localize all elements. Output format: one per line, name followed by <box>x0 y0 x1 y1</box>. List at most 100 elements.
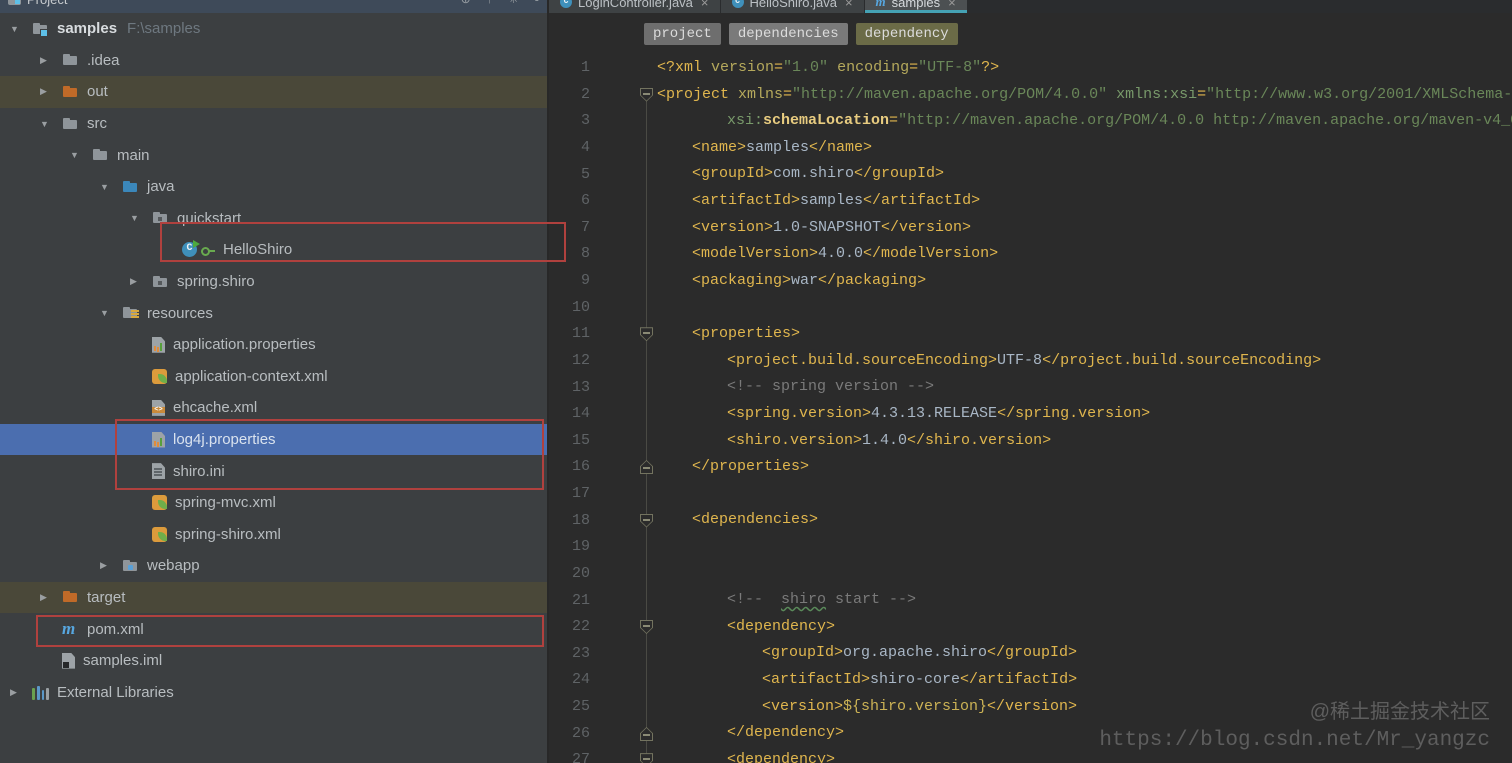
expand-arrow-icon[interactable]: ▼ <box>38 119 62 129</box>
fold-marker-icon[interactable] <box>640 327 653 342</box>
tree-item-target[interactable]: ▶ target <box>0 581 547 614</box>
code-line-23: <groupId>org.apache.shiro</groupId> <box>762 644 1078 662</box>
expand-arrow-icon[interactable]: ▶ <box>38 86 62 97</box>
tree-item-webapp[interactable]: ▶ webapp <box>0 550 547 582</box>
tab-samples[interactable]: m samples × <box>864 0 968 13</box>
fold-marker-icon[interactable] <box>640 87 653 102</box>
tree-item-helloshiro[interactable]: C HelloShiro <box>0 234 547 266</box>
code-line-5: <groupId>com.shiro</groupId> <box>692 165 945 183</box>
fold-marker-icon[interactable] <box>640 753 653 763</box>
class-icon: C <box>560 0 572 8</box>
expand-arrow-icon[interactable]: ▼ <box>98 182 122 192</box>
tree-item-pom-xml[interactable]: m pom.xml <box>0 613 547 645</box>
tree-item-label: shiro.ini <box>173 462 225 480</box>
hide-panel-icon[interactable]: ▪ <box>535 0 539 6</box>
folder-sources-icon <box>122 179 139 195</box>
line-number: 14 <box>571 405 590 423</box>
line-number: 5 <box>580 165 590 183</box>
expand-arrow-icon[interactable]: ▼ <box>128 213 152 223</box>
tree-item-external-libraries[interactable]: ▶ External Libraries <box>0 676 547 708</box>
tree-item-main[interactable]: ▼ main <box>0 139 547 171</box>
extlib-icon <box>32 684 49 701</box>
fold-marker-icon[interactable] <box>640 727 653 741</box>
breadcrumb-dependencies[interactable]: dependencies <box>728 23 848 45</box>
spring-icon <box>152 368 167 384</box>
line-number: 6 <box>580 192 590 210</box>
line-number: 23 <box>571 644 590 662</box>
fold-marker-icon[interactable] <box>640 460 653 474</box>
tree-item-spring-shiro-xml[interactable]: spring-shiro.xml <box>0 519 547 551</box>
tree-item-log4j-properties[interactable]: log4j.properties <box>0 423 547 456</box>
tab-label: samples <box>891 0 941 10</box>
tree-item-label: HelloShiro <box>223 241 293 259</box>
tree-item-quickstart[interactable]: ▼ quickstart <box>0 203 547 235</box>
tree-item-java[interactable]: ▼ java <box>0 171 547 203</box>
breadcrumb-dependency[interactable]: dependency <box>855 23 958 45</box>
line-number: 15 <box>571 431 590 449</box>
breadcrumb-project[interactable]: project <box>644 23 721 45</box>
tree-item-label: application-context.xml <box>175 367 328 385</box>
tree-item-src[interactable]: ▼ src <box>0 108 547 140</box>
expand-arrow-icon[interactable]: ▼ <box>68 150 92 160</box>
tree-item-out[interactable]: ▶ out <box>0 76 547 108</box>
project-tool-icon <box>8 0 21 5</box>
expand-arrow-icon[interactable]: ▶ <box>38 592 62 603</box>
tree-item-label: src <box>87 115 107 133</box>
watermark-community: @稀土掘金技术社区 <box>1309 700 1490 723</box>
tree-item-spring-mvc-xml[interactable]: spring-mvc.xml <box>0 487 547 519</box>
folder-resources-icon <box>122 305 139 321</box>
code-line-9: <packaging>war</packaging> <box>692 271 927 289</box>
line-number-gutter: 1 2 3 4 5 6 7 8 9 10 11 12 13 14 15 16 17 18 19 20 21 22 23 24 2… <box>550 55 596 763</box>
code-line-14: <spring.version>4.3.13.RELEASE</spring.v… <box>727 404 1151 422</box>
maven-icon: m <box>875 0 886 9</box>
line-number: 7 <box>580 218 590 236</box>
folder-icon <box>62 52 79 68</box>
tree-item-spring-shiro[interactable]: ▶ spring.shiro <box>0 266 547 298</box>
line-number: 24 <box>571 671 590 689</box>
code-line-22: <dependency> <box>727 617 836 635</box>
tree-item-samples-iml[interactable]: samples.iml <box>0 645 547 677</box>
tree-item-label: target <box>87 588 126 606</box>
folder-web-icon <box>122 558 139 574</box>
code-line-13: <!-- spring version --> <box>727 378 935 396</box>
tab-helloshiro-java[interactable]: C HelloShiro.java × <box>720 0 865 13</box>
tree-item-ehcache-xml[interactable]: <> ehcache.xml <box>0 392 547 424</box>
fold-marker-icon[interactable] <box>640 620 653 635</box>
tree-item-shiro-ini[interactable]: shiro.ini <box>0 455 547 487</box>
tree-item-idea[interactable]: ▶ .idea <box>0 45 547 77</box>
line-number: 18 <box>571 511 590 529</box>
editor-area: C LoginController.java × C HelloShiro.java × m… <box>547 0 1512 763</box>
text-icon <box>152 463 165 480</box>
tree-item-samples[interactable]: ▼ samples F:\samples <box>0 13 547 45</box>
close-tab-icon[interactable]: × <box>701 0 709 10</box>
tree-item-label: java <box>147 178 175 196</box>
tab-logincontroller-java[interactable]: C LoginController.java × <box>549 0 721 13</box>
line-number: 12 <box>571 351 590 369</box>
maven-icon: m <box>62 619 76 639</box>
expand-arrow-icon[interactable]: ▶ <box>98 560 122 571</box>
settings-icon[interactable]: ✳ <box>509 0 519 6</box>
expand-arrow-icon[interactable]: ▼ <box>98 308 122 318</box>
code-editor[interactable]: <?xml version="1.0" encoding="UTF-8"?> <p… <box>657 55 1512 763</box>
code-line-12: <project.build.sourceEncoding>UTF-8</pro… <box>727 351 1322 369</box>
expand-arrow-icon[interactable]: ▶ <box>8 687 32 698</box>
watermark: @稀土掘金技术社区 https://blog.csdn.net/Mr_yangz… <box>1099 698 1490 755</box>
close-tab-icon[interactable]: × <box>948 0 956 10</box>
tree-item-resources[interactable]: ▼ resources <box>0 297 547 329</box>
expand-arrow-icon[interactable]: ▶ <box>38 55 62 66</box>
fold-marker-icon[interactable] <box>640 513 653 528</box>
properties-icon <box>152 336 165 353</box>
code-line-2: <project xmlns="http://maven.apache.org/… <box>657 85 1512 103</box>
tree-item-application-context-xml[interactable]: application-context.xml <box>0 361 547 393</box>
expand-arrow-icon[interactable]: ▶ <box>128 276 152 287</box>
collapse-all-icon[interactable]: ↑ <box>487 0 493 6</box>
expand-arrow-icon[interactable]: ▼ <box>8 24 32 34</box>
line-number: 21 <box>571 591 590 609</box>
close-tab-icon[interactable]: × <box>845 0 853 10</box>
fold-guide-line <box>646 100 647 763</box>
properties-icon <box>152 431 165 448</box>
tree-item-application-properties[interactable]: application.properties <box>0 329 547 361</box>
line-number: 26 <box>571 724 590 742</box>
locate-icon[interactable]: ⊕ <box>461 0 471 6</box>
